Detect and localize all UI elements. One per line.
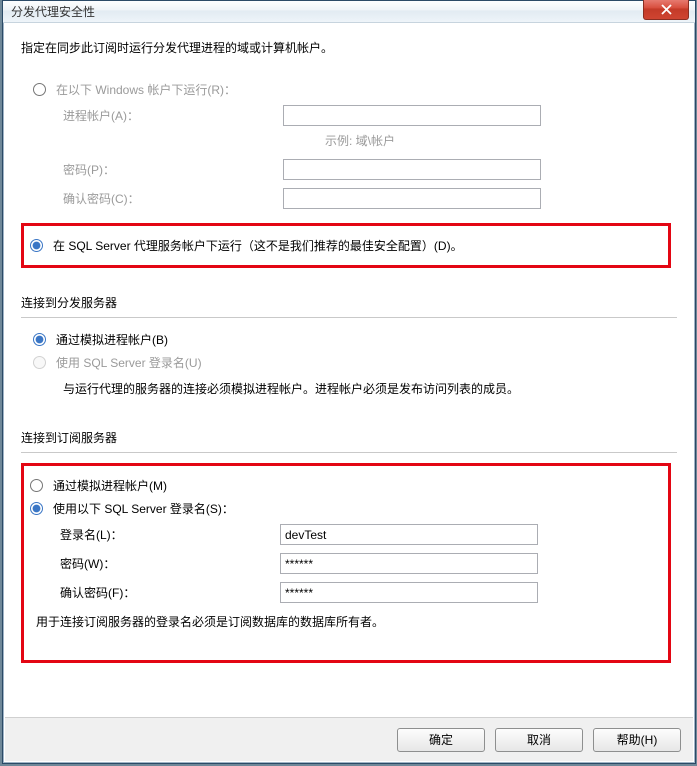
subscriber-note: 用于连接订阅服务器的登录名必须是订阅数据库的数据库所有者。	[30, 607, 662, 636]
subscriber-impersonate-row[interactable]: 通过模拟进程帐户(M)	[30, 474, 662, 497]
subscriber-confirm-input[interactable]	[280, 582, 538, 603]
highlight-frame-top: 在 SQL Server 代理服务帐户下运行（这不是我们推荐的最佳安全配置）(D…	[21, 223, 671, 268]
run-windows-label: 在以下 Windows 帐户下运行(R)：	[56, 81, 236, 98]
ok-button[interactable]: 确定	[397, 728, 485, 752]
runas-confirm-label: 确认密码(C)：	[63, 190, 283, 207]
distributor-sql-radio	[33, 356, 46, 369]
subscriber-confirm-label: 确认密码(F)：	[60, 584, 280, 601]
close-button[interactable]	[643, 0, 689, 20]
dialog-content: 指定在同步此订阅时运行分发代理进程的域或计算机帐户。 在以下 Windows 帐…	[5, 23, 693, 761]
footer: 确定 取消 帮助(H)	[5, 717, 693, 761]
subscriber-login-label: 登录名(L)：	[60, 526, 280, 543]
content-scroll: 指定在同步此订阅时运行分发代理进程的域或计算机帐户。 在以下 Windows 帐…	[21, 39, 677, 713]
dialog-window: 分发代理安全性 指定在同步此订阅时运行分发代理进程的域或计算机帐户。 在以下 W…	[2, 0, 696, 764]
highlight-frame-bottom: 通过模拟进程帐户(M) 使用以下 SQL Server 登录名(S)： 登录名(…	[21, 463, 671, 663]
help-button[interactable]: 帮助(H)	[593, 728, 681, 752]
example-hint: 示例: 域\帐户	[325, 134, 395, 148]
runas-password-row: 密码(P)：	[21, 155, 677, 184]
distributor-sql-label: 使用 SQL Server 登录名(U)	[56, 354, 202, 371]
process-account-input	[283, 105, 541, 126]
process-account-label: 进程帐户(A)：	[63, 107, 283, 124]
run-sql-agent-radio[interactable]	[30, 239, 43, 252]
subscriber-title: 连接到订阅服务器	[21, 429, 677, 448]
subscriber-password-label: 密码(W)：	[60, 555, 280, 572]
distributor-impersonate-label: 通过模拟进程帐户(B)	[56, 331, 168, 348]
run-sql-agent-label: 在 SQL Server 代理服务帐户下运行（这不是我们推荐的最佳安全配置）(D…	[53, 237, 463, 254]
run-sql-agent-row[interactable]: 在 SQL Server 代理服务帐户下运行（这不是我们推荐的最佳安全配置）(D…	[30, 234, 662, 257]
process-account-row: 进程帐户(A)：	[21, 101, 677, 130]
run-windows-row[interactable]: 在以下 Windows 帐户下运行(R)：	[21, 78, 677, 101]
cancel-button[interactable]: 取消	[495, 728, 583, 752]
subscriber-impersonate-label: 通过模拟进程帐户(M)	[53, 477, 167, 494]
distributor-impersonate-radio[interactable]	[33, 333, 46, 346]
distributor-rule	[21, 317, 677, 318]
subscriber-login-row: 登录名(L)：	[30, 520, 662, 549]
window-title: 分发代理安全性	[11, 3, 95, 20]
distributor-impersonate-row[interactable]: 通过模拟进程帐户(B)	[21, 328, 677, 351]
example-hint-row: 示例: 域\帐户	[21, 132, 677, 149]
runas-password-input	[283, 159, 541, 180]
subscriber-sql-radio[interactable]	[30, 502, 43, 515]
runas-confirm-input	[283, 188, 541, 209]
subscriber-impersonate-radio[interactable]	[30, 479, 43, 492]
titlebar: 分发代理安全性	[3, 1, 695, 23]
runas-password-label: 密码(P)：	[63, 161, 283, 178]
subscriber-rule	[21, 452, 677, 453]
distributor-title: 连接到分发服务器	[21, 294, 677, 313]
distributor-note: 与运行代理的服务器的连接必须模拟进程帐户。进程帐户必须是发布访问列表的成员。	[21, 374, 677, 403]
subscriber-password-row: 密码(W)：	[30, 549, 662, 578]
subscriber-sql-row[interactable]: 使用以下 SQL Server 登录名(S)：	[30, 497, 662, 520]
runas-confirm-row: 确认密码(C)：	[21, 184, 677, 213]
subscriber-login-input[interactable]	[280, 524, 538, 545]
distributor-sql-row: 使用 SQL Server 登录名(U)	[21, 351, 677, 374]
subscriber-password-input[interactable]	[280, 553, 538, 574]
intro-text: 指定在同步此订阅时运行分发代理进程的域或计算机帐户。	[21, 39, 677, 56]
run-windows-radio[interactable]	[33, 83, 46, 96]
close-icon	[661, 4, 672, 15]
subscriber-sql-label: 使用以下 SQL Server 登录名(S)：	[53, 500, 234, 517]
subscriber-confirm-row: 确认密码(F)：	[30, 578, 662, 607]
